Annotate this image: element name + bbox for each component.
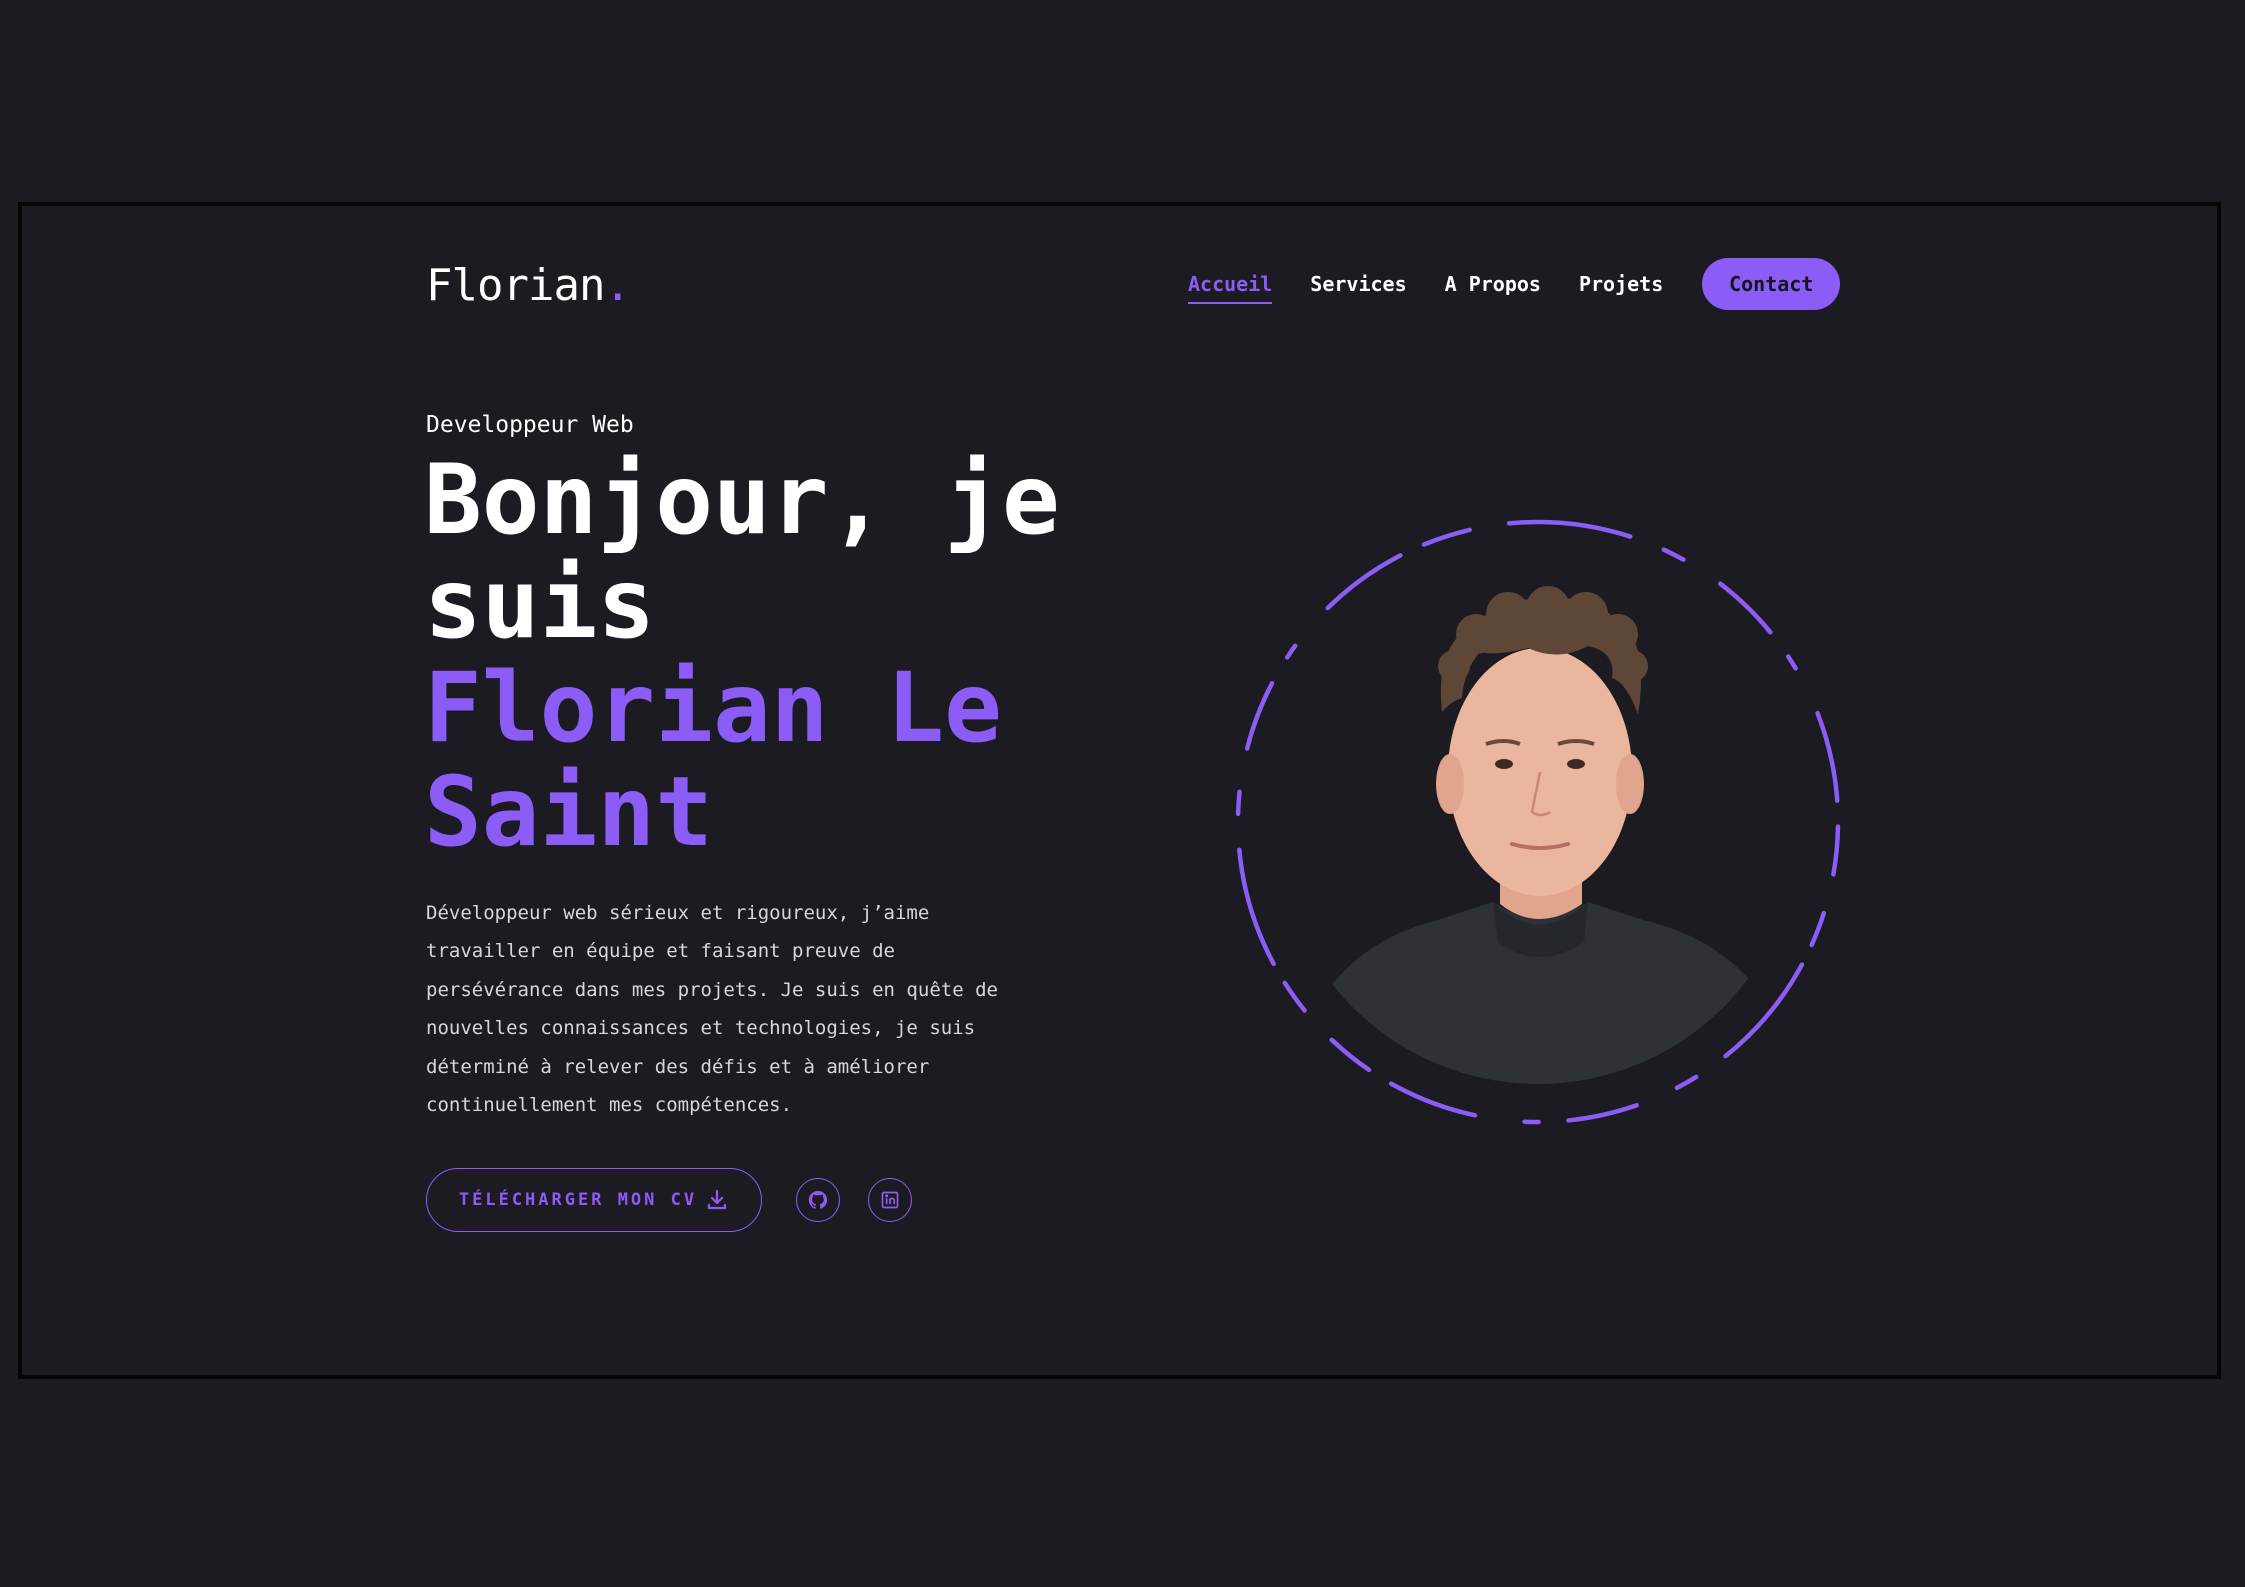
hero-bio: Développeur web sérieux et rigoureux, j’… (426, 902, 998, 1117)
hero-name-line-2: Saint (424, 756, 713, 868)
portrait-illustration (1235, 519, 1841, 1125)
logo-dot: . (604, 260, 630, 311)
nav-link-accueil[interactable]: Accueil (1188, 266, 1273, 304)
linkedin-link[interactable] (868, 1178, 912, 1222)
portrait-photo (1308, 586, 1778, 1084)
main-nav: Accueil Services A Propos Projets Contac… (1188, 258, 1841, 310)
hero-subtitle: Developpeur Web (426, 412, 634, 438)
nav-link-projets[interactable]: Projets (1579, 266, 1663, 302)
github-icon (808, 1190, 828, 1209)
nav-link-services[interactable]: Services (1310, 266, 1406, 302)
contact-button[interactable]: Contact (1702, 258, 1841, 310)
download-cv-label: TÉLÉCHARGER MON CV (458, 1190, 698, 1210)
linkedin-icon (881, 1191, 899, 1209)
nav-link-a-propos[interactable]: A Propos (1445, 266, 1541, 302)
download-icon (708, 1189, 727, 1210)
hero-headline: Bonjour, je suis Florian Le Saint (424, 448, 1144, 864)
headline-line-1: Bonjour, je (424, 444, 1060, 556)
headline-line-2: suis (424, 548, 656, 660)
github-link[interactable] (796, 1178, 840, 1222)
logo[interactable]: Florian. (426, 260, 631, 311)
logo-text: Florian (426, 260, 605, 311)
download-cv-button[interactable]: TÉLÉCHARGER MON CV (426, 1168, 762, 1232)
portrait (1218, 502, 1858, 1142)
hero-name-line-1: Florian Le (424, 652, 1002, 764)
page-frame: Florian. Accueil Services A Propos Proje… (18, 202, 2221, 1379)
